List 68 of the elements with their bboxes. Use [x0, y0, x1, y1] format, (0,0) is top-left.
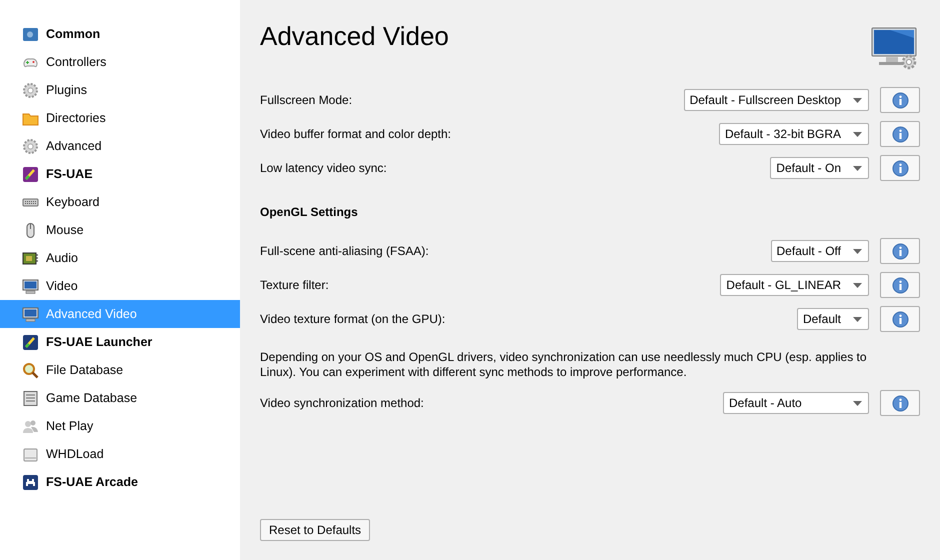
info-button[interactable] — [880, 121, 920, 147]
field-label: Video synchronization method: — [260, 396, 425, 410]
drive-icon — [22, 446, 39, 462]
info-button[interactable] — [880, 306, 920, 332]
gear-icon — [22, 138, 39, 154]
sidebar-item[interactable]: Audio — [0, 244, 240, 272]
magnifier-icon — [22, 362, 39, 378]
gear-icon — [22, 82, 39, 98]
sidebar-item[interactable]: Controllers — [0, 48, 240, 76]
caret-icon — [853, 400, 862, 406]
dropdown[interactable]: Default — [796, 308, 869, 330]
caret-icon — [853, 166, 862, 170]
sidebar-item[interactable]: WHDLoad — [0, 440, 240, 468]
field-label: Video buffer format and color depth: — [260, 127, 452, 141]
sidebar-item[interactable]: FS-UAE — [0, 160, 240, 188]
dropdown[interactable]: Default - Off — [770, 240, 869, 262]
sidebar-item[interactable]: File Database — [0, 356, 240, 384]
info-icon — [892, 160, 908, 176]
info-icon — [892, 126, 908, 142]
sidebar-item[interactable]: Plugins — [0, 76, 240, 104]
sidebar-item[interactable]: Directories — [0, 104, 240, 132]
reset-button[interactable]: Reset to Defaults — [260, 519, 370, 541]
caret-icon — [853, 248, 862, 254]
monitor-icon — [22, 278, 39, 294]
sidebar-item[interactable]: FS-UAE Arcade — [0, 468, 240, 496]
users-icon — [22, 418, 39, 434]
section-heading: OpenGL Settings — [260, 204, 359, 221]
sidebar-item[interactable]: Common — [0, 20, 240, 48]
dropdown[interactable]: Default - On — [770, 157, 869, 179]
info-icon — [892, 394, 908, 412]
dropdown[interactable]: Default - Fullscreen Desktop — [684, 89, 869, 111]
circuit-board-icon — [22, 250, 39, 266]
info-icon — [892, 242, 908, 260]
sidebar-item[interactable]: FS-UAE Launcher — [0, 328, 240, 356]
field-label: Texture filter: — [260, 278, 330, 292]
invader-icon — [22, 474, 39, 490]
caret-icon — [853, 98, 862, 102]
logo-icon — [22, 334, 39, 350]
dropdown[interactable]: Default - 32-bit BGRA — [718, 123, 869, 145]
note-text: Depending on your OS and OpenGL drivers, video synchronization can use needlessly much CPU (esp. applies to Linux). You can experiment with different sync methods to improve performance. — [260, 350, 868, 380]
page-title: Advanced Video — [260, 21, 449, 52]
caret-icon — [853, 282, 862, 288]
info-button[interactable] — [880, 272, 920, 298]
panel-icon — [22, 26, 39, 42]
sidebar-item[interactable]: Net Play — [0, 412, 240, 440]
sidebar-item[interactable]: Keyboard — [0, 188, 240, 216]
caret-icon — [853, 316, 862, 322]
sidebar-item[interactable]: Video — [0, 272, 240, 300]
field-label: Full-scene anti-aliasing (FSAA): — [260, 244, 430, 258]
info-button[interactable] — [880, 238, 920, 264]
field-label: Video texture format (on the GPU): — [260, 312, 446, 326]
info-button[interactable] — [880, 87, 920, 113]
sidebar-item[interactable]: Game Database — [0, 384, 240, 412]
logo-icon — [22, 166, 39, 182]
info-icon — [892, 310, 908, 328]
field-label: Low latency video sync: — [260, 161, 388, 175]
info-icon — [892, 276, 908, 294]
sidebar-item[interactable]: Advanced — [0, 132, 240, 160]
dropdown[interactable]: Default - Auto — [723, 392, 869, 414]
field-label: Fullscreen Mode: — [260, 93, 354, 107]
dropdown[interactable]: Default - GL_LINEAR — [720, 274, 869, 296]
caret-icon — [853, 132, 862, 136]
info-icon — [892, 92, 908, 108]
sidebar-item[interactable]: Mouse — [0, 216, 240, 244]
list-icon — [22, 390, 39, 406]
info-button[interactable] — [880, 155, 920, 181]
info-button[interactable] — [880, 390, 920, 416]
monitor-icon — [22, 306, 39, 322]
